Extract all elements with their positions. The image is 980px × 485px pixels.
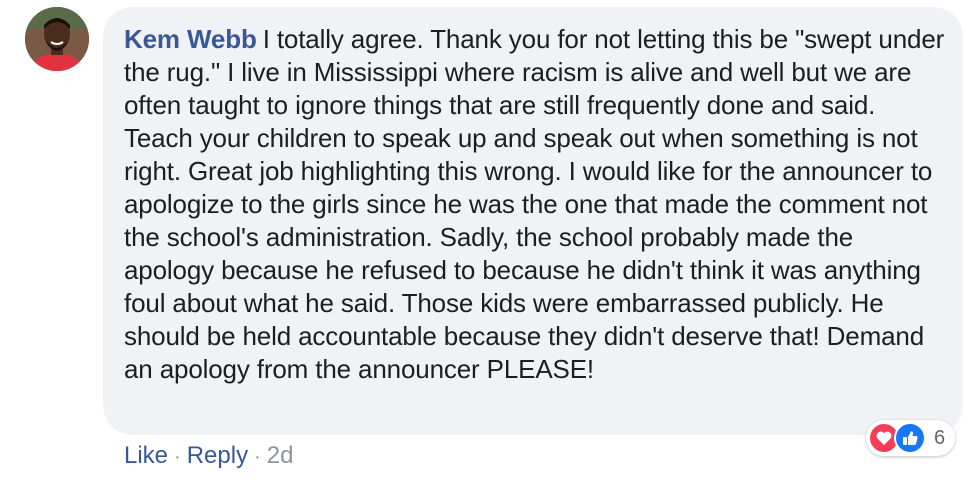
comment-body: Kem Webb I totally agree. Thank you for n… [124,23,945,386]
comment-bubble: Kem Webb I totally agree. Thank you for n… [103,7,963,435]
comment-text: I totally agree. Thank you for not letti… [124,24,945,384]
like-icon [894,422,926,454]
reactions-summary[interactable]: 6 [866,420,956,456]
reaction-count: 6 [934,426,946,449]
profile-photo [25,7,89,71]
reply-button[interactable]: Reply [187,442,248,469]
separator-dot: · [254,446,261,468]
comment-timestamp[interactable]: 2d [267,442,294,469]
comment-actions: Like · Reply · 2d [124,440,293,473]
comment-author-link[interactable]: Kem Webb [124,24,257,54]
like-button[interactable]: Like [124,442,168,469]
avatar[interactable] [25,7,89,71]
separator-dot: · [174,446,181,468]
